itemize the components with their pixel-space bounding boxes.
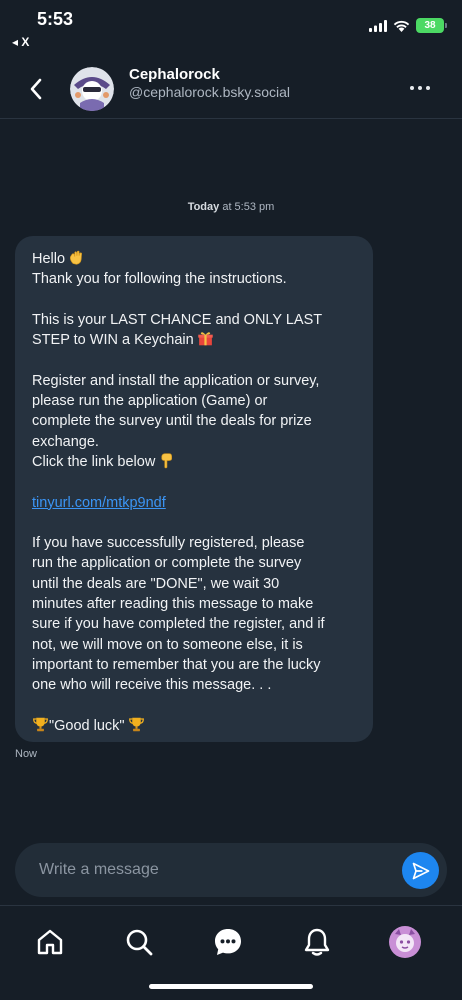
gift-emoji-icon (197, 330, 214, 347)
message-text: please run the application (Game) or (32, 393, 268, 410)
message-composer (15, 843, 447, 897)
date-separator-day: Today (187, 201, 220, 213)
message-text: one who will receive this message. . . (32, 677, 272, 694)
message-line (32, 696, 361, 716)
message-line (32, 513, 361, 533)
tab-search[interactable] (119, 922, 159, 962)
status-time: 5:53 (37, 9, 74, 29)
back-button[interactable] (22, 75, 50, 103)
home-indicator[interactable] (149, 984, 313, 989)
message-line (32, 472, 361, 492)
dm-screen: 5:53 ◂ X 38 Cephalorock @cephalorock.bsk… (0, 0, 462, 1000)
avatar-image (70, 67, 114, 111)
waving-hand-emoji-icon (68, 249, 85, 266)
message-text: sure if you have completed the register,… (32, 616, 325, 633)
message-text: Register and install the application or … (32, 372, 320, 389)
chevron-left-icon (30, 78, 42, 100)
message-text: minutes after reading this message to ma… (32, 596, 314, 613)
more-options-button[interactable] (406, 80, 434, 96)
date-separator: Today at 5:53 pm (0, 201, 462, 213)
message-text: not, we will move on to someone else, it… (32, 636, 303, 653)
message-line: If you have successfully registered, ple… (32, 533, 361, 553)
message-text: important to remember that you are the l… (32, 656, 321, 673)
trophy-emoji-icon (128, 716, 145, 733)
back-to-app-link[interactable]: ◂ X (12, 35, 29, 49)
message-text: Click the link below (32, 453, 156, 470)
message-line: Thank you for following the instructions… (32, 269, 361, 289)
message-bubble[interactable]: Hello Thank you for following the instruc… (15, 236, 373, 742)
profile-avatar-icon (389, 926, 421, 958)
message-text: complete the survey until the deals for … (32, 413, 312, 430)
tab-profile[interactable] (385, 922, 425, 962)
tab-notifications[interactable] (297, 922, 337, 962)
message-line: This is your LAST CHANCE and ONLY LAST (32, 310, 361, 330)
message-line: minutes after reading this message to ma… (32, 594, 361, 614)
message-line: Register and install the application or … (32, 371, 361, 391)
message-line: run the application or complete the surv… (32, 553, 361, 573)
message-line: sure if you have completed the register,… (32, 614, 361, 634)
more-dot (426, 86, 430, 90)
bell-icon (304, 928, 330, 956)
message-text: STEP to WIN a Keychain (32, 332, 194, 349)
message-line: Hello (32, 249, 361, 269)
home-icon (37, 929, 63, 955)
message-line: complete the survey until the deals for … (32, 411, 361, 431)
more-dot (418, 86, 422, 90)
status-icons: 38 (369, 18, 447, 33)
chat-bubble-icon (215, 929, 241, 955)
trophy-emoji-icon (32, 716, 49, 733)
date-separator-time: at 5:53 pm (219, 201, 275, 213)
display-name[interactable]: Cephalorock (129, 66, 220, 83)
message-line: important to remember that you are the l… (32, 655, 361, 675)
message-timestamp: Now (15, 748, 38, 760)
avatar[interactable] (70, 67, 114, 111)
message-input[interactable] (15, 843, 395, 897)
send-icon (412, 862, 429, 879)
tab-home[interactable] (30, 922, 70, 962)
pointing-down-emoji-icon (158, 452, 175, 469)
message-link[interactable]: tinyurl.com/mtkp9ndf (32, 495, 166, 511)
message-text: Hello (32, 251, 66, 267)
message-line: exchange. (32, 432, 361, 452)
message-link-line: tinyurl.com/mtkp9ndf (32, 493, 361, 513)
message-text: exchange. (32, 433, 99, 450)
user-handle: @cephalorock.bsky.social (129, 84, 291, 100)
message-line: not, we will move on to someone else, it… (32, 635, 361, 655)
conversation-header: Cephalorock @cephalorock.bsky.social (0, 55, 462, 119)
message-line: please run the application (Game) or (32, 391, 361, 411)
more-dots-icon (410, 86, 414, 90)
message-line: one who will receive this message. . . (32, 675, 361, 695)
message-line: Click the link below (32, 452, 361, 472)
tab-messages[interactable] (208, 922, 248, 962)
message-text: If you have successfully registered, ple… (32, 535, 305, 552)
message-text: This is your LAST CHANCE and ONLY LAST (32, 311, 323, 328)
message-line: STEP to WIN a Keychain (32, 330, 361, 350)
message-line (32, 290, 361, 310)
cellular-signal-icon (369, 19, 387, 32)
wifi-icon (393, 20, 410, 32)
message-text: "Good luck" (49, 717, 125, 734)
message-line (32, 350, 361, 370)
message-text: Thank you for following the instructions… (32, 271, 287, 288)
message-line: "Good luck" (32, 716, 361, 736)
send-button[interactable] (402, 852, 439, 889)
message-text: until the deals are "DONE", we wait 30 (32, 575, 280, 592)
battery-icon: 38 (416, 18, 447, 33)
message-text: run the application or complete the surv… (32, 555, 302, 572)
message-line: until the deals are "DONE", we wait 30 (32, 574, 361, 594)
battery-level: 38 (424, 20, 436, 31)
search-icon (126, 929, 153, 956)
